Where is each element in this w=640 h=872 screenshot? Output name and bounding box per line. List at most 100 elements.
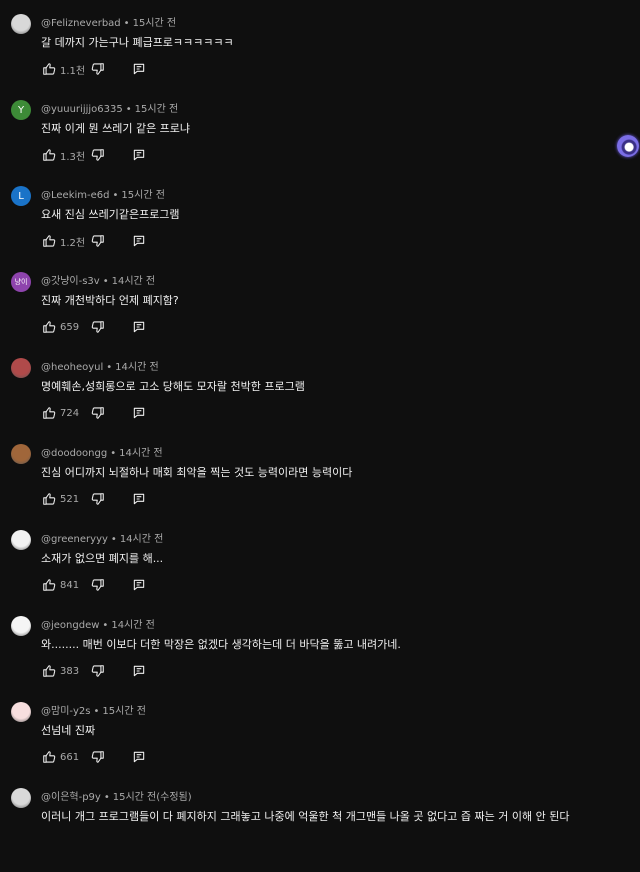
avatar[interactable] <box>11 530 31 550</box>
reply-icon[interactable] <box>131 406 146 421</box>
comment-actions: 724 <box>41 405 146 421</box>
comment-timestamp[interactable]: 14시간 전 <box>115 362 159 373</box>
comment-header: @이은혁-p9y • 15시간 전(수정됨) <box>41 788 192 803</box>
like-count: 383 <box>60 665 80 677</box>
comment-text: 요새 진심 쓰레기같은프로그램 <box>41 208 180 221</box>
author-handle[interactable]: @Leekim-e6d <box>41 190 109 201</box>
comment-header: @heoheoyul • 14시간 전 <box>41 358 159 373</box>
author-handle[interactable]: @doodoongg <box>41 448 107 459</box>
comment-timestamp[interactable]: 14시간 전 <box>112 276 156 287</box>
thumb-up-icon[interactable] <box>41 320 56 335</box>
thumb-up-icon[interactable] <box>41 148 56 163</box>
thumb-up-icon[interactable] <box>41 406 56 421</box>
comment-actions: 1.3천 <box>41 147 146 163</box>
comment-header: @갓냥이-s3v • 14시간 전 <box>41 272 155 287</box>
comment-text: 진심 어디까지 뇌절하나 매회 최악을 찍는 것도 능력이라면 능력이다 <box>41 466 353 479</box>
author-handle[interactable]: @갓냥이-s3v <box>41 276 100 287</box>
comment-timestamp[interactable]: 14시간 전 <box>111 620 155 631</box>
comment-header: @yuuurijjjo6335 • 15시간 전 <box>41 100 178 115</box>
author-handle[interactable]: @Felizneverbad <box>41 18 121 29</box>
thumb-down-icon[interactable] <box>90 148 105 163</box>
thumb-down-icon[interactable] <box>90 750 105 765</box>
thumb-down-icon[interactable] <box>90 320 105 335</box>
author-handle[interactable]: @heoheoyul <box>41 362 103 373</box>
avatar[interactable]: Y <box>11 100 31 120</box>
comment-item: @맘미-y2s • 15시간 전 선넘네 진짜 661 <box>0 700 640 786</box>
comment-timestamp[interactable]: 15시간 전 <box>102 706 146 717</box>
comment-actions: 1.1천 <box>41 61 146 77</box>
thumb-up-icon[interactable] <box>41 62 56 77</box>
floating-assistant-icon[interactable] <box>617 135 639 157</box>
comment-item: @Felizneverbad • 15시간 전갈 데까지 가는구나 폐급프로ㅋㅋㅋㅋ… <box>0 12 640 98</box>
comment-actions: 383 <box>41 663 146 679</box>
separator-dot: • <box>110 448 117 459</box>
reply-icon[interactable] <box>131 320 146 335</box>
avatar[interactable]: L <box>11 186 31 206</box>
reply-icon[interactable] <box>131 750 146 765</box>
thumb-down-icon[interactable] <box>90 492 105 507</box>
avatar[interactable] <box>11 702 31 722</box>
reply-icon[interactable] <box>131 148 146 163</box>
avatar[interactable] <box>11 444 31 464</box>
thumb-up-icon[interactable] <box>41 578 56 593</box>
comment-header: @doodoongg • 14시간 전 <box>41 444 163 459</box>
comment-text: 소재가 없으면 폐지를 해... <box>41 552 164 565</box>
author-handle[interactable]: @이은혁-p9y <box>41 792 101 803</box>
avatar[interactable] <box>11 358 31 378</box>
avatar[interactable]: 냥이 <box>11 272 31 292</box>
separator-dot: • <box>102 276 109 287</box>
author-handle[interactable]: @greeneryyy <box>41 534 108 545</box>
reply-icon[interactable] <box>131 664 146 679</box>
thumb-down-icon[interactable] <box>90 578 105 593</box>
like-count: 1.2천 <box>60 237 86 249</box>
thumb-up-icon[interactable] <box>41 664 56 679</box>
thumb-up-icon[interactable] <box>41 750 56 765</box>
like-count: 1.3천 <box>60 151 86 163</box>
separator-dot: • <box>93 706 100 717</box>
thumb-down-icon[interactable] <box>90 406 105 421</box>
comment-timestamp[interactable]: 15시간 전 <box>121 190 165 201</box>
comment-timestamp[interactable]: 15시간 전 <box>133 18 177 29</box>
comment-header: @greeneryyy • 14시간 전 <box>41 530 163 545</box>
thumb-down-icon[interactable] <box>90 62 105 77</box>
comment-text: 갈 데까지 가는구나 폐급프로ㅋㅋㅋㅋㅋㅋ <box>41 36 234 49</box>
comment-actions: 1.2천 <box>41 233 146 249</box>
comment-header: @Felizneverbad • 15시간 전 <box>41 14 176 29</box>
thumb-down-icon[interactable] <box>90 234 105 249</box>
separator-dot: • <box>125 104 132 115</box>
avatar[interactable] <box>11 616 31 636</box>
comment-timestamp[interactable]: 15시간 전 <box>135 104 179 115</box>
comment-item: @heoheoyul • 14시간 전 명예훼손,성희롱으로 고소 당해도 모자랄 천… <box>0 356 640 442</box>
comment-item: @jeongdew • 14시간 전와........ 매번 이보다 더한 막장은 … <box>0 614 640 700</box>
reply-icon[interactable] <box>131 234 146 249</box>
reply-icon[interactable] <box>131 578 146 593</box>
comment-header: @Leekim-e6d • 15시간 전 <box>41 186 165 201</box>
comment-actions: 521 <box>41 491 146 507</box>
separator-dot: • <box>103 792 110 803</box>
like-count: 661 <box>60 751 80 763</box>
comment-header: @jeongdew • 14시간 전 <box>41 616 155 631</box>
like-count: 659 <box>60 321 80 333</box>
comment-timestamp[interactable]: 14시간 전 <box>120 534 164 545</box>
comment-actions: 841 <box>41 577 146 593</box>
comment-text: 이러니 개그 프로그램들이 다 폐지하지 그래놓고 나중에 억울한 척 개그맨들… <box>41 810 570 823</box>
thumb-down-icon[interactable] <box>90 664 105 679</box>
separator-dot: • <box>112 190 119 201</box>
separator-dot: • <box>110 534 117 545</box>
comment-timestamp[interactable]: 14시간 전 <box>119 448 163 459</box>
avatar[interactable] <box>11 788 31 808</box>
like-count: 521 <box>60 493 80 505</box>
comment-item: Y @yuuurijjjo6335 • 15시간 전 진짜 이게 뭔 쓰레기 같은 프로… <box>0 98 640 184</box>
thumb-up-icon[interactable] <box>41 234 56 249</box>
like-count: 841 <box>60 579 80 591</box>
comment-text: 와........ 매번 이보다 더한 막장은 없겠다 생각하는데 더 바닥을 … <box>41 638 401 651</box>
author-handle[interactable]: @jeongdew <box>41 620 99 631</box>
like-count: 724 <box>60 407 80 419</box>
thumb-up-icon[interactable] <box>41 492 56 507</box>
comment-timestamp[interactable]: 15시간 전(수정됨) <box>113 792 192 803</box>
reply-icon[interactable] <box>131 492 146 507</box>
avatar[interactable] <box>11 14 31 34</box>
author-handle[interactable]: @맘미-y2s <box>41 706 91 717</box>
author-handle[interactable]: @yuuurijjjo6335 <box>41 104 123 115</box>
reply-icon[interactable] <box>131 62 146 77</box>
